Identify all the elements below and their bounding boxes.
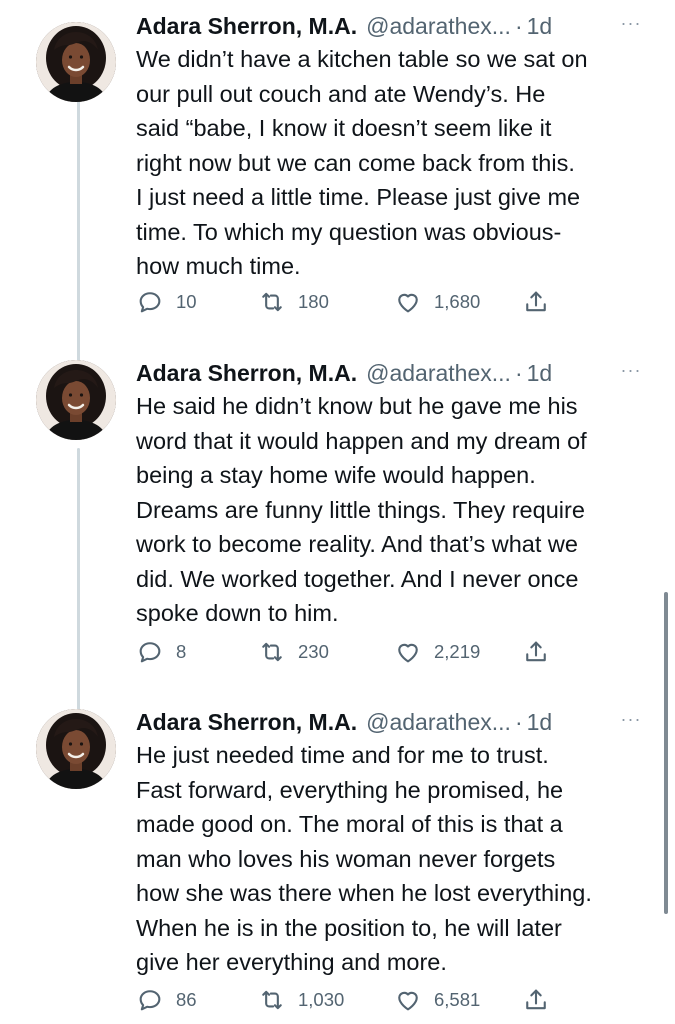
tweet[interactable]: Adara Sherron, M.A. @adarathex... · 1d ·… — [0, 8, 675, 328]
tweet[interactable]: Adara Sherron, M.A. @adarathex... · 1d ·… — [0, 355, 675, 675]
tweet-header: Adara Sherron, M.A. @adarathex... · 1d ·… — [136, 8, 646, 44]
like-icon — [394, 986, 422, 1014]
share-icon — [522, 986, 550, 1014]
retweet-icon — [258, 638, 286, 666]
like-button[interactable]: 6,581 — [394, 984, 480, 1016]
author-handle[interactable]: @adarathex... — [366, 709, 511, 736]
tweet-header: Adara Sherron, M.A. @adarathex... · 1d ·… — [136, 355, 646, 391]
tweet[interactable]: Adara Sherron, M.A. @adarathex... · 1d ·… — [0, 704, 675, 1024]
author-handle[interactable]: @adarathex... — [366, 360, 511, 387]
more-options-icon[interactable]: ··· — [616, 708, 646, 732]
tweet-header: Adara Sherron, M.A. @adarathex... · 1d ·… — [136, 704, 646, 740]
tweet-text: He just needed time and for me to trust.… — [136, 742, 592, 975]
retweet-button[interactable]: 180 — [258, 286, 329, 318]
like-icon — [394, 288, 422, 316]
retweet-count: 180 — [298, 291, 329, 312]
reply-count: 8 — [176, 641, 187, 662]
like-button[interactable]: 2,219 — [394, 636, 480, 668]
timestamp[interactable]: 1d — [527, 709, 553, 736]
tweet-actions: 10 180 1,680 — [136, 286, 576, 318]
avatar[interactable] — [36, 22, 116, 102]
reply-count: 86 — [176, 989, 197, 1010]
reply-icon — [136, 986, 164, 1014]
retweet-button[interactable]: 1,030 — [258, 984, 344, 1016]
like-count: 2,219 — [434, 641, 481, 662]
reply-count: 10 — [176, 291, 197, 312]
retweet-button[interactable]: 230 — [258, 636, 329, 668]
tweet-text: We didn’t have a kitchen table so we sat… — [136, 46, 588, 279]
timestamp[interactable]: 1d — [527, 13, 553, 40]
like-count: 6,581 — [434, 989, 481, 1010]
retweet-count: 1,030 — [298, 989, 345, 1010]
separator-dot: · — [514, 708, 523, 735]
more-options-icon[interactable]: ··· — [616, 359, 646, 383]
share-button[interactable] — [522, 636, 562, 668]
share-icon — [522, 638, 550, 666]
share-button[interactable] — [522, 984, 562, 1016]
more-options-icon[interactable]: ··· — [616, 12, 646, 36]
reply-button[interactable]: 8 — [136, 636, 186, 668]
share-button[interactable] — [522, 286, 562, 318]
scrollbar[interactable] — [664, 592, 668, 914]
reply-button[interactable]: 86 — [136, 984, 197, 1016]
share-icon — [522, 288, 550, 316]
like-button[interactable]: 1,680 — [394, 286, 480, 318]
retweet-icon — [258, 288, 286, 316]
separator-dot: · — [514, 12, 523, 39]
like-icon — [394, 638, 422, 666]
reply-icon — [136, 638, 164, 666]
tweet-actions: 8 230 2,219 — [136, 636, 576, 668]
avatar[interactable] — [36, 360, 116, 440]
retweet-count: 230 — [298, 641, 329, 662]
separator-dot: · — [514, 359, 523, 386]
retweet-icon — [258, 986, 286, 1014]
timestamp[interactable]: 1d — [527, 360, 553, 387]
author-name[interactable]: Adara Sherron, M.A. — [136, 709, 357, 736]
tweet-text: He said he didn’t know but he gave me hi… — [136, 393, 587, 626]
author-handle[interactable]: @adarathex... — [366, 13, 511, 40]
like-count: 1,680 — [434, 291, 481, 312]
reply-icon — [136, 288, 164, 316]
avatar[interactable] — [36, 709, 116, 789]
tweet-actions: 86 1,030 6,581 — [136, 984, 576, 1016]
author-name[interactable]: Adara Sherron, M.A. — [136, 360, 357, 387]
reply-button[interactable]: 10 — [136, 286, 197, 318]
author-name[interactable]: Adara Sherron, M.A. — [136, 13, 357, 40]
